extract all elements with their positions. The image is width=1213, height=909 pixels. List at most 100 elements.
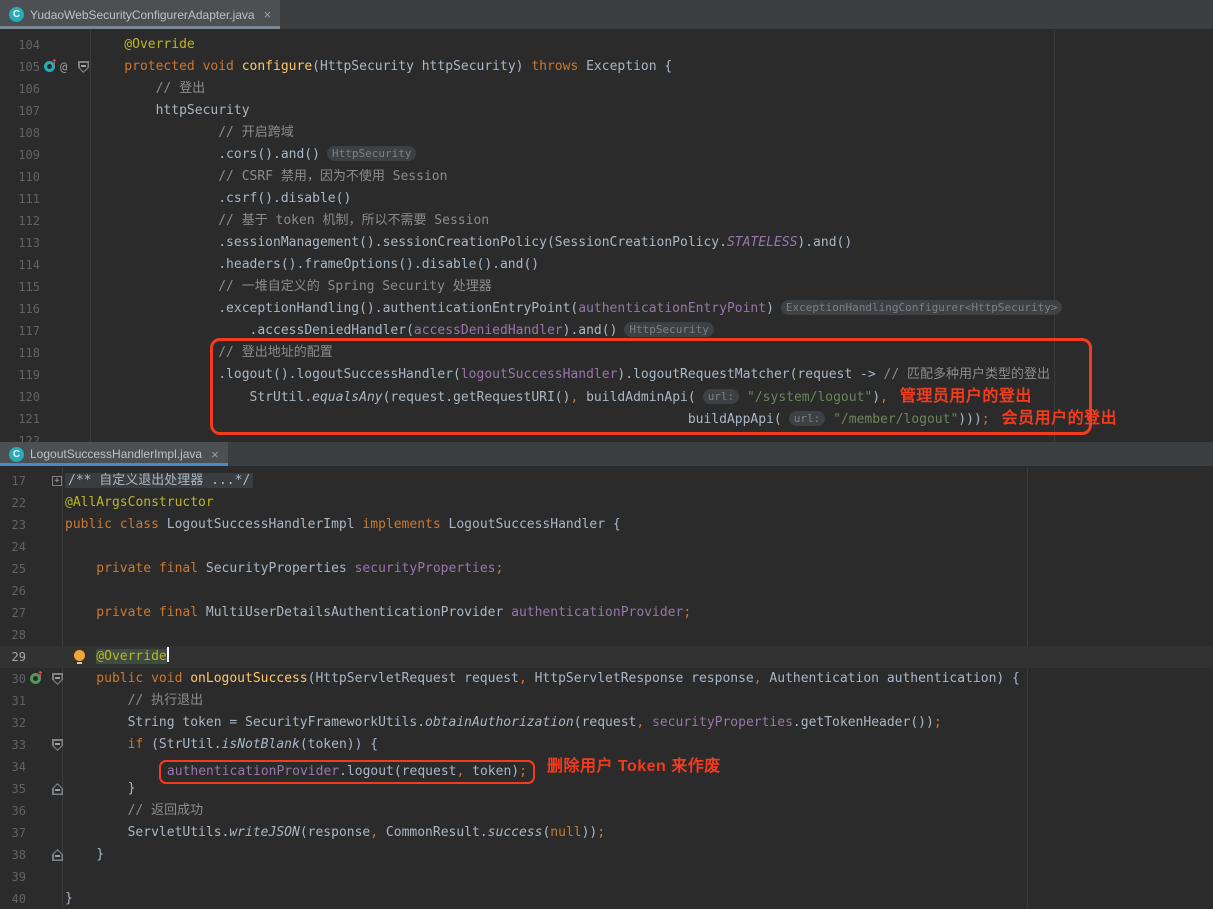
line-number[interactable]: 105 xyxy=(0,56,40,78)
gutter[interactable]: 22 xyxy=(0,492,62,514)
tab-close-icon[interactable]: × xyxy=(264,7,272,22)
line-number[interactable]: 23 xyxy=(0,514,26,536)
line-number[interactable]: 26 xyxy=(0,580,26,602)
gutter[interactable]: 117 xyxy=(0,320,90,342)
gutter[interactable]: 119 xyxy=(0,364,90,386)
gutter[interactable]: 34 xyxy=(0,756,62,778)
gutter[interactable]: 114 xyxy=(0,254,90,276)
code-line[interactable]: String token = SecurityFrameworkUtils.ob… xyxy=(62,712,1213,734)
line-number[interactable]: 121 xyxy=(0,408,40,430)
code-line[interactable]: .exceptionHandling().authenticationEntry… xyxy=(90,298,1213,320)
line-number[interactable]: 118 xyxy=(0,342,40,364)
gutter[interactable]: 40 xyxy=(0,888,62,909)
code-line[interactable]: @AllArgsConstructor xyxy=(62,492,1213,514)
fold-collapse-icon[interactable] xyxy=(52,783,63,795)
code-line[interactable]: // 登出 xyxy=(90,78,1213,100)
code-editor-bottom[interactable]: 17 +/** 自定义退出处理器 ...*/ 22 @AllArgsConstruct… xyxy=(0,467,1213,909)
code-line[interactable]: .csrf().disable() xyxy=(90,188,1213,210)
code-line[interactable]: if (StrUtil.isNotBlank(token)) { xyxy=(62,734,1213,756)
line-number[interactable]: 27 xyxy=(0,602,26,624)
code-line[interactable]: protected void configure(HttpSecurity ht… xyxy=(90,56,1213,78)
annotation-icon[interactable]: @ xyxy=(60,56,67,78)
gutter[interactable]: 108 xyxy=(0,122,90,144)
gutter[interactable]: 113 xyxy=(0,232,90,254)
line-number[interactable]: 35 xyxy=(0,778,26,800)
line-number[interactable]: 25 xyxy=(0,558,26,580)
line-number[interactable]: 22 xyxy=(0,492,26,514)
line-number[interactable]: 113 xyxy=(0,232,40,254)
line-number[interactable]: 112 xyxy=(0,210,40,232)
fold-collapse-icon[interactable] xyxy=(78,61,89,73)
line-number[interactable]: 34 xyxy=(0,756,26,778)
code-line[interactable]: @Override xyxy=(90,34,1213,56)
line-number[interactable]: 17 xyxy=(0,470,26,492)
code-line[interactable]: .sessionManagement().sessionCreationPoli… xyxy=(90,232,1213,254)
code-line[interactable] xyxy=(62,580,1213,602)
line-number[interactable]: 29 xyxy=(0,646,26,668)
code-line[interactable]: } xyxy=(62,844,1213,866)
gutter[interactable]: 109 xyxy=(0,144,90,166)
gutter[interactable]: 36 xyxy=(0,800,62,822)
line-number[interactable]: 107 xyxy=(0,100,40,122)
gutter[interactable]: 105↑@ xyxy=(0,56,90,78)
gutter[interactable]: 28 xyxy=(0,624,62,646)
line-number[interactable]: 37 xyxy=(0,822,26,844)
line-number[interactable]: 38 xyxy=(0,844,26,866)
code-line[interactable]: // CSRF 禁用，因为不使用 Session xyxy=(90,166,1213,188)
line-number[interactable]: 30 xyxy=(0,668,26,690)
code-line[interactable]: // 一堆自定义的 Spring Security 处理器 xyxy=(90,276,1213,298)
code-line[interactable]: // 登出地址的配置 xyxy=(90,342,1213,364)
code-line[interactable]: // 开启跨域 xyxy=(90,122,1213,144)
gutter[interactable]: 17 + xyxy=(0,470,62,492)
tab-close-icon[interactable]: × xyxy=(211,447,219,462)
fold-collapse-icon[interactable] xyxy=(52,673,63,685)
gutter[interactable]: 106 xyxy=(0,78,90,100)
gutter[interactable]: 37 xyxy=(0,822,62,844)
line-number[interactable]: 32 xyxy=(0,712,26,734)
code-line[interactable]: public void onLogoutSuccess(HttpServletR… xyxy=(62,668,1213,690)
fold-expand-icon[interactable]: + xyxy=(52,476,62,486)
code-line[interactable]: buildAppApi(url: "/member/logout")));会员用… xyxy=(90,408,1213,430)
code-line[interactable]: private final SecurityProperties securit… xyxy=(62,558,1213,580)
gutter[interactable]: 35 xyxy=(0,778,62,800)
gutter[interactable]: 104 xyxy=(0,34,90,56)
gutter[interactable]: 24 xyxy=(0,536,62,558)
code-line[interactable]: // 返回成功 xyxy=(62,800,1213,822)
gutter[interactable]: 29 xyxy=(0,646,62,668)
line-number[interactable]: 109 xyxy=(0,144,40,166)
code-line[interactable]: StrUtil.equalsAny(request.getRequestURI(… xyxy=(90,386,1213,408)
gutter[interactable]: 25 xyxy=(0,558,62,580)
line-number[interactable]: 117 xyxy=(0,320,40,342)
code-line[interactable]: .logout().logoutSuccessHandler(logoutSuc… xyxy=(90,364,1213,386)
code-line[interactable]: ServletUtils.writeJSON(response, CommonR… xyxy=(62,822,1213,844)
code-line[interactable]: .headers().frameOptions().disable().and(… xyxy=(90,254,1213,276)
code-line[interactable] xyxy=(62,866,1213,888)
gutter[interactable]: 33 xyxy=(0,734,62,756)
code-editor-top[interactable]: 104 @Override105↑@protected void configur… xyxy=(0,30,1213,442)
line-number[interactable]: 104 xyxy=(0,34,40,56)
line-number[interactable]: 114 xyxy=(0,254,40,276)
line-number[interactable]: 122 xyxy=(0,430,40,442)
line-number[interactable]: 31 xyxy=(0,690,26,712)
line-number[interactable]: 111 xyxy=(0,188,40,210)
code-line[interactable]: .accessDeniedHandler(accessDeniedHandler… xyxy=(90,320,1213,342)
code-line[interactable]: public class LogoutSuccessHandlerImpl im… xyxy=(62,514,1213,536)
code-line[interactable]: /** 自定义退出处理器 ...*/ xyxy=(62,470,1213,492)
line-number[interactable]: 40 xyxy=(0,888,26,909)
line-number[interactable]: 24 xyxy=(0,536,26,558)
gutter[interactable]: 23 xyxy=(0,514,62,536)
fold-collapse-icon[interactable] xyxy=(52,849,63,861)
code-line[interactable]: private final MultiUserDetailsAuthentica… xyxy=(62,602,1213,624)
gutter[interactable]: 121 xyxy=(0,408,90,430)
gutter[interactable]: 110 xyxy=(0,166,90,188)
code-line[interactable]: // 基于 token 机制，所以不需要 Session xyxy=(90,210,1213,232)
gutter[interactable]: 31 xyxy=(0,690,62,712)
code-line[interactable]: @Override xyxy=(62,646,1213,668)
code-line[interactable]: } xyxy=(62,778,1213,800)
code-line[interactable]: } xyxy=(62,888,1213,909)
code-line[interactable] xyxy=(62,624,1213,646)
gutter[interactable]: 112 xyxy=(0,210,90,232)
line-number[interactable]: 110 xyxy=(0,166,40,188)
line-number[interactable]: 33 xyxy=(0,734,26,756)
code-line[interactable]: .cors().and()HttpSecurity xyxy=(90,144,1213,166)
